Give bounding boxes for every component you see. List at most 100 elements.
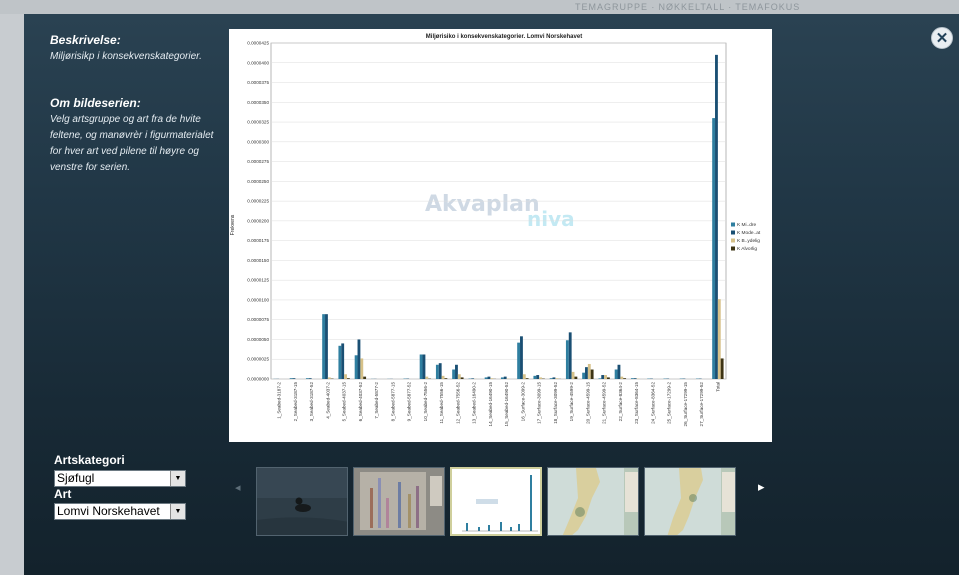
x-tick-label: 19_Surface-4599-2 xyxy=(569,382,574,422)
bar xyxy=(441,375,445,379)
bar xyxy=(455,364,458,379)
bar xyxy=(341,343,345,379)
bar xyxy=(422,354,426,379)
x-tick-label: 14_Seabed-16490-15 xyxy=(488,382,493,427)
x-tick-label: 6_Seabed-4037-52 xyxy=(358,382,363,422)
y-tick-label: 0.0000325 xyxy=(247,120,269,125)
bar xyxy=(525,378,529,379)
chevron-down-icon[interactable]: ▼ xyxy=(170,504,185,519)
legend-swatch xyxy=(731,222,735,227)
carousel-next-button[interactable]: ▸ xyxy=(758,479,765,495)
bar xyxy=(457,374,461,379)
bar xyxy=(574,376,578,379)
bar xyxy=(717,299,721,379)
y-tick-label: 0.0000425 xyxy=(247,41,269,46)
bar xyxy=(568,332,572,379)
bar xyxy=(539,377,542,379)
y-tick-label: 0.0000400 xyxy=(247,60,269,65)
thumbnail-map-2[interactable] xyxy=(644,467,736,536)
thumbnail-map-1[interactable] xyxy=(547,467,639,536)
y-tick-label: 0.0000275 xyxy=(247,159,269,164)
map-thumbnail-image xyxy=(645,468,735,535)
bar xyxy=(522,374,526,379)
species-select[interactable]: Lomvi Norskehavet ▼ xyxy=(54,503,186,520)
chart-thumbnail-image xyxy=(354,468,444,535)
watermark-akvaplan: Akvaplan xyxy=(425,192,540,217)
y-tick-label: 0.0000000 xyxy=(247,377,269,382)
x-tick-label: 8_Seabed-5877-15 xyxy=(390,382,395,422)
x-tick-label: 3_Seabed-3187-52 xyxy=(309,382,314,422)
bar xyxy=(720,358,724,379)
bar xyxy=(520,336,523,379)
x-tick-label: 22_Surface-8364-2 xyxy=(618,382,623,422)
bar xyxy=(555,378,559,379)
x-tick-label: 1_Seabed-3187-2 xyxy=(277,382,282,419)
background-page-left-edge xyxy=(0,14,24,575)
bar xyxy=(630,378,634,379)
chart-thumbnail-image xyxy=(452,469,540,534)
bar xyxy=(549,378,553,379)
bar xyxy=(620,376,624,379)
thumbnail-chart-2-selected[interactable] xyxy=(450,467,542,536)
x-tick-label: 24_Surface-8364-52 xyxy=(650,382,655,424)
bar xyxy=(308,378,312,379)
y-tick-label: 0.0000100 xyxy=(247,297,269,302)
chevron-down-icon[interactable]: ▼ xyxy=(170,471,185,486)
bar xyxy=(604,375,607,379)
bar xyxy=(623,378,627,379)
arrow-left-icon: ◂ xyxy=(235,482,241,494)
y-tick-label: 0.0000075 xyxy=(247,317,269,322)
arrow-right-icon: ▸ xyxy=(758,479,765,494)
legend-swatch xyxy=(731,238,735,243)
bar xyxy=(490,378,494,379)
legend-swatch xyxy=(731,246,735,251)
bar xyxy=(460,377,464,379)
bar xyxy=(444,378,448,379)
bar xyxy=(590,369,594,379)
category-select[interactable]: Sjøfugl ▼ xyxy=(54,470,186,487)
bar xyxy=(327,377,331,379)
category-select-value: Sjøfugl xyxy=(57,471,95,485)
bar xyxy=(565,340,569,379)
bar xyxy=(617,364,621,379)
legend-label: K Alvorlig xyxy=(737,246,757,252)
x-tick-label: 9_Seabed-5877-52 xyxy=(407,382,412,422)
legend-label: K B..ydelig xyxy=(737,238,760,244)
y-tick-label: 0.0000300 xyxy=(247,139,269,144)
x-tick-label: 13_Seabed-16490-2 xyxy=(472,382,477,424)
bar xyxy=(435,364,439,379)
bar xyxy=(425,376,429,379)
thumbnail-chart-1[interactable] xyxy=(353,467,445,536)
bar xyxy=(471,378,475,379)
bar xyxy=(552,377,556,379)
bar xyxy=(500,377,504,379)
bar xyxy=(357,339,361,379)
x-tick-label: 4_Seabed-4037-2 xyxy=(325,382,330,419)
legend-label: K Mi..dre xyxy=(737,222,757,228)
bar xyxy=(585,367,588,379)
thumbnail-photo[interactable] xyxy=(256,467,348,536)
bar xyxy=(517,342,521,379)
background-page-strip: TEMAGRUPPE ∙ NØKKELTALL ∙ TEMAFOKUS xyxy=(0,0,959,14)
bar xyxy=(503,376,507,379)
legend-label: K Mode..at xyxy=(737,230,761,236)
close-icon: ✕ xyxy=(935,30,949,47)
x-tick-label: 18_Surface-3099-52 xyxy=(553,382,558,424)
x-tick-label: 17_Surface-3099-15 xyxy=(537,382,542,424)
bar xyxy=(712,118,716,379)
description-title: Beskrivelse: xyxy=(50,33,121,47)
y-tick-label: 0.0000050 xyxy=(247,337,269,342)
x-tick-label: 16_Surface-3099-2 xyxy=(520,382,525,422)
x-tick-label: 21_Surface-4599-52 xyxy=(602,382,607,424)
y-tick-label: 0.0000375 xyxy=(247,80,269,85)
y-tick-label: 0.0000350 xyxy=(247,100,269,105)
y-tick-label: 0.0000150 xyxy=(247,258,269,263)
x-tick-label: 27_Surface-17299-52 xyxy=(699,382,704,427)
close-button[interactable]: ✕ xyxy=(931,27,953,49)
y-axis-label: Frekvens xyxy=(230,214,236,235)
carousel-prev-button[interactable]: ◂ xyxy=(235,481,241,494)
bar xyxy=(571,371,575,379)
bar xyxy=(344,374,347,379)
chart-figure: Miljørisiko i konsekvenskategorier. Lomv… xyxy=(229,29,772,442)
bar xyxy=(601,375,605,379)
